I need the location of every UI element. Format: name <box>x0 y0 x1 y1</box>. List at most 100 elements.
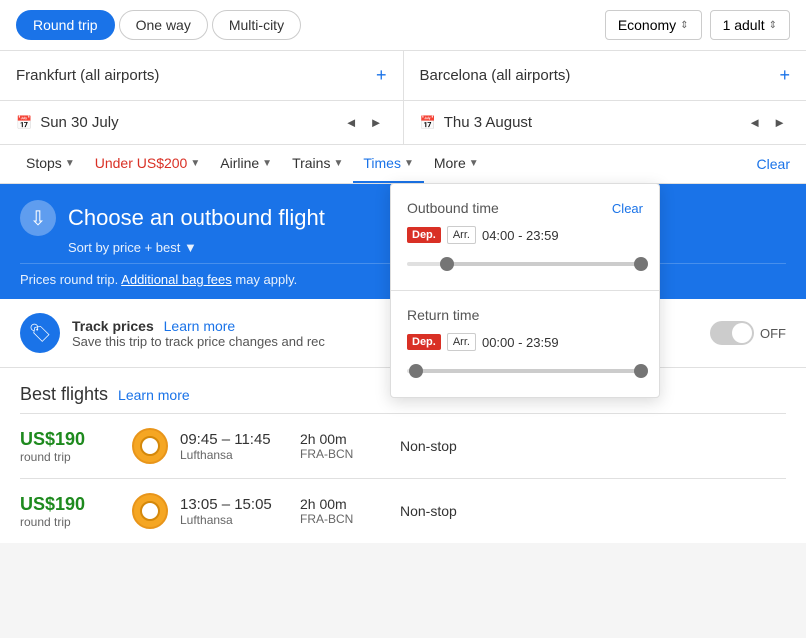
filter-more[interactable]: More ▼ <box>424 145 489 183</box>
one-way-button[interactable]: One way <box>119 10 208 40</box>
outbound-slider-left-thumb[interactable] <box>440 257 454 271</box>
return-time-title: Return time <box>407 307 479 323</box>
flight-price-amount: US$190 <box>20 494 120 515</box>
flight-price-amount: US$190 <box>20 429 120 450</box>
destination-value: Barcelona (all airports) <box>420 67 571 84</box>
best-flights-title: Best flights <box>20 384 108 405</box>
trip-type-bar: Round trip One way Multi-city Economy 1 … <box>0 0 806 51</box>
outbound-time-header: Outbound time Clear <box>407 200 643 216</box>
more-arrow-icon: ▼ <box>469 158 479 169</box>
price-arrow-icon: ▼ <box>190 158 200 169</box>
best-flights-learn-more[interactable]: Learn more <box>118 387 190 403</box>
flight-stops: Non-stop <box>400 503 457 519</box>
flight-duration: 2h 00m <box>300 431 400 447</box>
toggle-label: OFF <box>760 326 786 341</box>
outbound-clear-link[interactable]: Clear <box>612 201 643 216</box>
flight-row[interactable]: US$190 round trip 09:45 – 11:45 Lufthans… <box>20 413 786 478</box>
bag-fees-link[interactable]: Additional bag fees <box>121 272 232 287</box>
filter-price[interactable]: Under US$200 ▼ <box>85 145 211 183</box>
origin-plus-icon[interactable]: + <box>376 65 387 86</box>
round-trip-button[interactable]: Round trip <box>16 10 115 40</box>
flight-price: US$190 round trip <box>20 494 120 529</box>
right-controls: Economy 1 adult <box>605 10 790 40</box>
flight-times: 13:05 – 15:05 <box>180 496 300 513</box>
airline-logo-inner <box>140 436 160 456</box>
airport-row: Frankfurt (all airports) + Barcelona (al… <box>0 51 806 101</box>
multi-city-button[interactable]: Multi-city <box>212 10 301 40</box>
return-slider-left-thumb[interactable] <box>409 364 423 378</box>
departure-date: Sun 30 July <box>40 114 118 131</box>
return-date-nav: ◄ ► <box>744 113 790 132</box>
outbound-title: Choose an outbound flight <box>68 205 325 231</box>
flight-duration-col: 2h 00m FRA-BCN <box>300 496 400 526</box>
return-next-button[interactable]: ► <box>769 113 790 132</box>
flight-duration-col: 2h 00m FRA-BCN <box>300 431 400 461</box>
return-dep-tag[interactable]: Dep. <box>407 334 441 350</box>
destination-input[interactable]: Barcelona (all airports) + <box>404 51 806 100</box>
flight-row[interactable]: US$190 round trip 13:05 – 15:05 Lufthans… <box>20 478 786 543</box>
filter-trains-label: Trains <box>292 155 330 171</box>
outbound-slider-right-thumb[interactable] <box>634 257 648 271</box>
origin-value: Frankfurt (all airports) <box>16 67 159 84</box>
flight-price-type: round trip <box>20 515 120 529</box>
airline-logo-inner <box>140 501 160 521</box>
departure-next-button[interactable]: ► <box>366 113 387 132</box>
flight-price: US$190 round trip <box>20 429 120 464</box>
filter-bar: Stops ▼ Under US$200 ▼ Airline ▼ Trains … <box>0 145 806 184</box>
flights-container: US$190 round trip 09:45 – 11:45 Lufthans… <box>20 413 786 543</box>
times-arrow-icon: ▼ <box>404 158 414 169</box>
departure-date-input[interactable]: 📅 Sun 30 July ◄ ► <box>0 101 404 144</box>
bag-fees-after: may apply. <box>235 272 297 287</box>
filter-airline[interactable]: Airline ▼ <box>210 145 282 183</box>
return-date: Thu 3 August <box>444 114 532 131</box>
return-arr-tag[interactable]: Arr. <box>447 333 476 351</box>
class-select[interactable]: Economy <box>605 10 702 40</box>
origin-input[interactable]: Frankfurt (all airports) + <box>0 51 404 100</box>
flight-times-col: 09:45 – 11:45 Lufthansa <box>180 431 300 462</box>
filter-airline-label: Airline <box>220 155 259 171</box>
sort-label[interactable]: Sort by price + best <box>68 240 180 255</box>
airline-logo <box>132 493 168 529</box>
filter-trains[interactable]: Trains ▼ <box>282 145 353 183</box>
trip-type-buttons: Round trip One way Multi-city <box>16 10 301 40</box>
flight-stops: Non-stop <box>400 438 457 454</box>
airline-arrow-icon: ▼ <box>262 158 272 169</box>
return-slider-fill <box>412 369 639 373</box>
return-slider-right-thumb[interactable] <box>634 364 648 378</box>
airline-logo <box>132 428 168 464</box>
flight-route: FRA-BCN <box>300 512 400 526</box>
filter-times[interactable]: Times ▼ <box>353 145 424 183</box>
return-dep-arr-row: Dep. Arr. 00:00 - 23:59 <box>407 333 643 351</box>
return-time-range: 00:00 - 23:59 <box>482 335 559 350</box>
destination-plus-icon[interactable]: + <box>779 65 790 86</box>
outbound-time-range: 04:00 - 23:59 <box>482 228 559 243</box>
return-time-header: Return time <box>407 307 643 323</box>
prices-note-text: Prices round trip. <box>20 272 118 287</box>
track-learn-more-link[interactable]: Learn more <box>164 318 236 334</box>
flight-airline-name: Lufthansa <box>180 513 300 527</box>
flight-price-type: round trip <box>20 450 120 464</box>
outbound-dep-arr-row: Dep. Arr. 04:00 - 23:59 <box>407 226 643 244</box>
departure-cal-icon: 📅 <box>16 115 32 131</box>
sort-arrow-icon: ▼ <box>184 240 197 255</box>
track-toggle[interactable] <box>710 321 754 345</box>
return-slider[interactable] <box>407 361 643 381</box>
outbound-slider-fill <box>442 262 638 266</box>
return-cal-icon: 📅 <box>420 115 436 131</box>
return-prev-button[interactable]: ◄ <box>744 113 765 132</box>
departure-date-nav: ◄ ► <box>341 113 387 132</box>
outbound-arr-tag[interactable]: Arr. <box>447 226 476 244</box>
filter-stops[interactable]: Stops ▼ <box>16 145 85 183</box>
date-row: 📅 Sun 30 July ◄ ► 📅 Thu 3 August ◄ ► <box>0 101 806 145</box>
flight-airline-name: Lufthansa <box>180 448 300 462</box>
return-time-section: Return time Dep. Arr. 00:00 - 23:59 <box>391 291 659 397</box>
outbound-dep-tag[interactable]: Dep. <box>407 227 441 243</box>
stops-arrow-icon: ▼ <box>65 158 75 169</box>
outbound-slider[interactable] <box>407 254 643 274</box>
departure-prev-button[interactable]: ◄ <box>341 113 362 132</box>
times-dropdown: Outbound time Clear Dep. Arr. 04:00 - 23… <box>390 183 660 398</box>
return-date-input[interactable]: 📅 Thu 3 August ◄ ► <box>404 101 806 144</box>
outbound-down-icon: ⇩ <box>20 200 56 236</box>
passenger-select[interactable]: 1 adult <box>710 10 790 40</box>
filter-clear-button[interactable]: Clear <box>757 146 790 182</box>
